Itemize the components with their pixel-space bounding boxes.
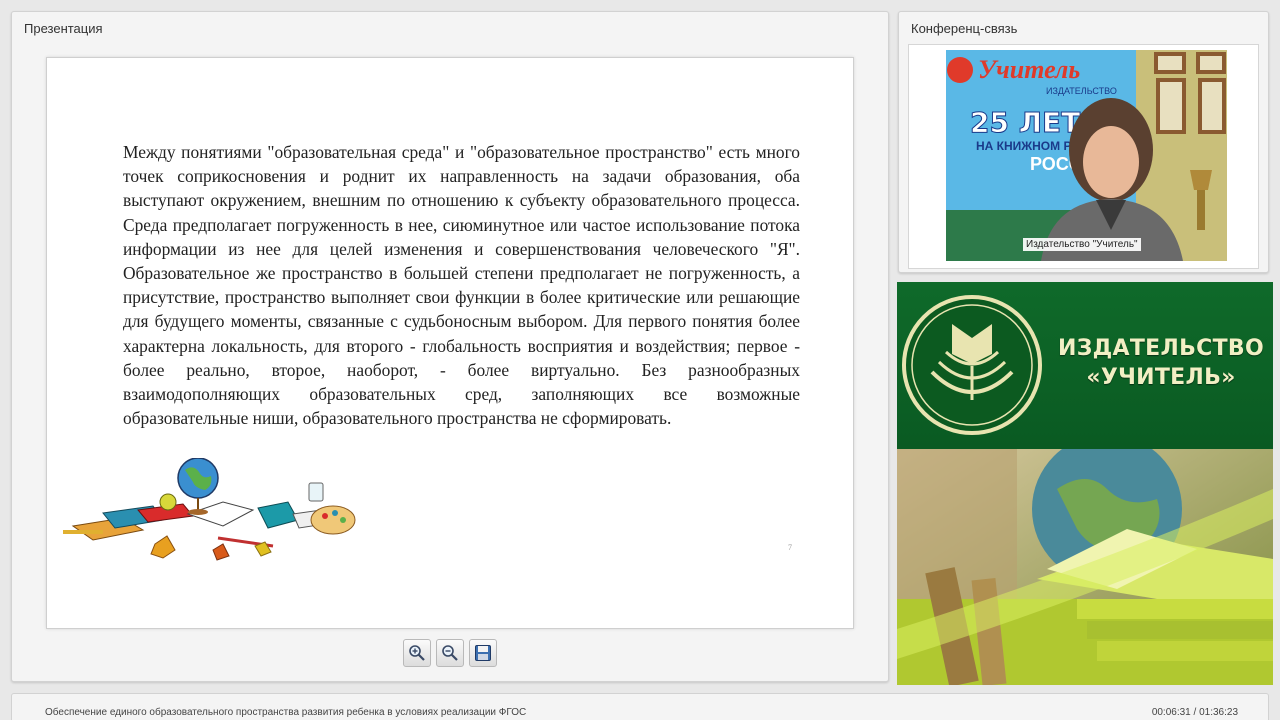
video-frame: Учитель ИЗДАТЕЛЬСТВО 25 ЛЕТ НА КНИЖНОМ Р…: [908, 44, 1259, 269]
books-globe-illustration: [897, 434, 1273, 685]
course-title: Обеспечение единого образовательного про…: [45, 707, 527, 718]
zoom-out-icon: [442, 645, 458, 661]
poster-sub: ИЗДАТЕЛЬСТВО: [1046, 86, 1117, 96]
publisher-logo-icon: [902, 295, 1042, 435]
slide-text: Между понятиями "образовательная среда" …: [123, 142, 800, 429]
playback-timecode: 00:06:31 / 01:36:23: [1151, 707, 1238, 718]
presentation-panel: Презентация Между понятиями "образовател…: [11, 11, 889, 682]
books-globe-image: [897, 434, 1273, 685]
poster-brand: Учитель: [978, 55, 1080, 84]
presentation-panel-title: Презентация: [24, 21, 103, 36]
save-icon: [475, 645, 491, 661]
zoom-out-button[interactable]: [436, 639, 464, 667]
publisher-name: ИЗДАТЕЛЬСТВО «УЧИТЕЛЬ»: [1057, 334, 1265, 392]
poster-years: 25 ЛЕТ: [970, 106, 1080, 139]
slide-number: 7: [788, 543, 792, 552]
publisher-name-line1: ИЗДАТЕЛЬСТВО: [1058, 336, 1264, 361]
speaker-video[interactable]: Учитель ИЗДАТЕЛЬСТВО 25 ЛЕТ НА КНИЖНОМ Р…: [946, 50, 1227, 261]
conference-panel-title: Конференц-связь: [911, 21, 1018, 36]
zoom-in-icon: [409, 645, 425, 661]
publisher-banner: ИЗДАТЕЛЬСТВО «УЧИТЕЛЬ»: [897, 282, 1273, 685]
school-supplies-illustration: [63, 458, 356, 561]
publisher-logo-area: ИЗДАТЕЛЬСТВО «УЧИТЕЛЬ»: [897, 282, 1273, 449]
player-footer: Обеспечение единого образовательного про…: [11, 693, 1269, 720]
speaker-video-image: Учитель ИЗДАТЕЛЬСТВО 25 ЛЕТ НА КНИЖНОМ Р…: [946, 50, 1227, 261]
presentation-toolbar: [403, 639, 497, 667]
conference-panel: Конференц-связь Учитель ИЗДАТЕЛЬСТВО 25 …: [898, 11, 1269, 273]
presentation-slide: Между понятиями "образовательная среда" …: [46, 57, 854, 629]
speaker-caption: Издательство "Учитель": [1023, 238, 1141, 251]
zoom-in-button[interactable]: [403, 639, 431, 667]
publisher-name-line2: «УЧИТЕЛЬ»: [1086, 365, 1236, 390]
save-button[interactable]: [469, 639, 497, 667]
poster-line: НА КНИЖНОМ Р: [976, 139, 1071, 153]
